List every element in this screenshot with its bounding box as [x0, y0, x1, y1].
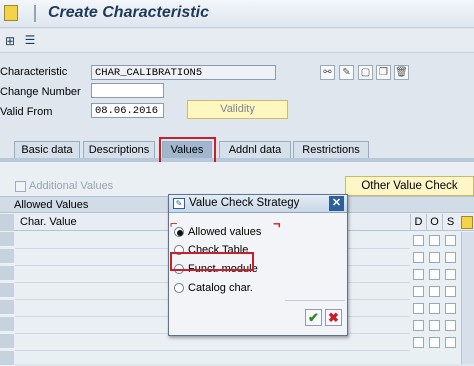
row-checkbox[interactable] [445, 337, 456, 348]
menu-icon[interactable] [4, 5, 18, 21]
row-checkbox[interactable] [429, 337, 440, 348]
additional-values-checkbox[interactable] [15, 181, 26, 192]
other-value-check-button[interactable]: Other Value Check [345, 176, 474, 196]
row-checkbox[interactable] [413, 320, 424, 331]
catalog-char-highlight [170, 252, 254, 271]
additional-values-label: Additional Values [29, 180, 114, 192]
row-selector[interactable] [0, 300, 14, 315]
vertical-scrollbar[interactable] [461, 232, 474, 364]
col-d[interactable]: D [410, 214, 426, 231]
row-checkbox[interactable] [413, 252, 424, 263]
row-checkbox[interactable] [445, 252, 456, 263]
row-checkbox[interactable] [413, 286, 424, 297]
validity-button[interactable]: Validity [187, 100, 288, 119]
change-number-field[interactable] [91, 83, 164, 98]
col-char-value[interactable]: Char. Value [20, 216, 77, 228]
row-checkbox[interactable] [413, 235, 424, 246]
copy-icon[interactable]: ❐ [376, 65, 391, 80]
row-checkbox[interactable] [413, 337, 424, 348]
row-checkbox[interactable] [445, 320, 456, 331]
dialog-title: Value Check Strategy [189, 197, 300, 209]
characteristic-field[interactable]: CHAR_CALIBRATION5 [91, 65, 276, 80]
row-checkbox[interactable] [445, 303, 456, 314]
row-checkbox[interactable] [429, 269, 440, 280]
values-tab-highlight [159, 137, 216, 164]
table-settings-icon[interactable] [461, 216, 473, 229]
radio-catalog-char[interactable] [174, 283, 184, 293]
valid-from-field[interactable]: 08.06.2016 [91, 103, 164, 118]
row-checkbox[interactable] [413, 303, 424, 314]
title-bar: Create Characteristic [0, 0, 474, 28]
row-selector[interactable] [0, 334, 14, 349]
option-allowed-values[interactable]: Allowed values [188, 226, 261, 238]
col-s[interactable]: S [442, 214, 458, 231]
cancel-button[interactable]: ✖ [325, 309, 342, 326]
row-selector[interactable] [0, 317, 14, 332]
tab-addnl-data[interactable]: Addnl data [219, 141, 291, 159]
option-catalog-char[interactable]: Catalog char. [188, 282, 253, 294]
change-number-label: Change Number [0, 86, 81, 98]
application-toolbar: ⊞ ☰ [0, 29, 474, 53]
row-selector[interactable] [0, 232, 14, 247]
dialog-icon: ✎ [173, 198, 185, 209]
row-checkbox[interactable] [429, 235, 440, 246]
page-title: Create Characteristic [48, 4, 209, 21]
col-o[interactable]: O [426, 214, 442, 231]
dialog-divider [285, 300, 345, 301]
row-checkbox[interactable] [429, 286, 440, 297]
grid-line [15, 350, 410, 351]
row-checkbox[interactable] [445, 235, 456, 246]
row-checkbox[interactable] [429, 320, 440, 331]
hierarchy-icon[interactable]: ⊞ [3, 34, 17, 48]
tab-restrictions[interactable]: Restrictions [293, 141, 369, 159]
row-checkbox[interactable] [413, 269, 424, 280]
dialog-title-bar: ✎ Value Check Strategy ✕ [169, 195, 347, 213]
highlight-bracket: ¬ [273, 216, 281, 231]
structure-icon[interactable]: ☰ [23, 33, 37, 47]
edit-icon[interactable]: ✎ [339, 65, 354, 80]
row-selector[interactable] [0, 283, 14, 298]
separator [34, 5, 36, 22]
tab-descriptions[interactable]: Descriptions [83, 141, 155, 159]
tab-basic-data[interactable]: Basic data [14, 141, 80, 159]
row-checkbox[interactable] [429, 303, 440, 314]
allowed-values-title: Allowed Values [14, 199, 89, 211]
radio-allowed-values[interactable] [174, 227, 184, 237]
close-icon[interactable]: ✕ [329, 196, 344, 211]
row-selector[interactable] [0, 249, 14, 264]
row-selector[interactable] [0, 266, 14, 281]
characteristic-label: Characteristic [0, 66, 68, 78]
delete-icon[interactable]: 🗑 [394, 65, 409, 80]
confirm-button[interactable]: ✔ [305, 309, 322, 326]
row-checkbox[interactable] [445, 269, 456, 280]
link-icon[interactable]: ⚯ [320, 65, 335, 80]
select-all-cell[interactable] [0, 214, 14, 231]
create-icon[interactable]: ▢ [358, 65, 373, 80]
row-checkbox[interactable] [445, 286, 456, 297]
row-checkbox[interactable] [429, 252, 440, 263]
valid-from-label: Valid From [0, 106, 53, 118]
